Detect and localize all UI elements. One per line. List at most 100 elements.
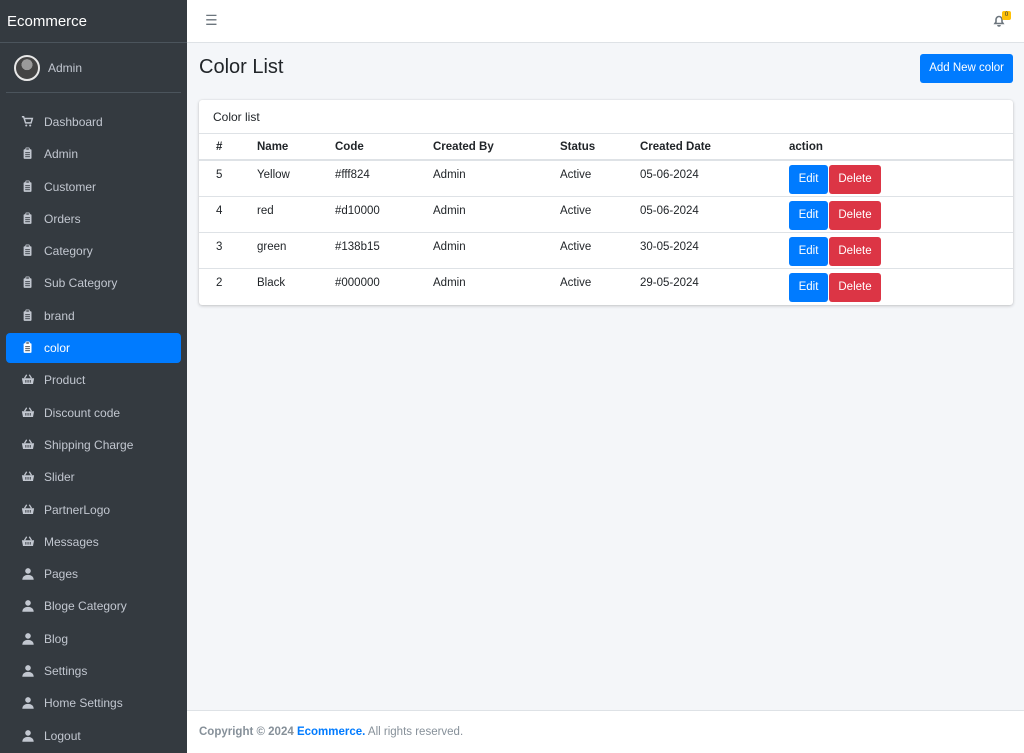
sidebar-item-brand[interactable]: brand	[6, 301, 181, 331]
cart-icon	[20, 115, 36, 129]
delete-button[interactable]: Delete	[829, 273, 881, 303]
sidebar-item-customer[interactable]: Customer	[6, 172, 181, 202]
page-title: Color List	[199, 56, 284, 78]
edit-button[interactable]: Edit	[789, 165, 828, 194]
cell-created-date: 30-05-2024	[623, 232, 772, 269]
topbar: ☰ 0	[187, 0, 1024, 43]
sidebar-item-dashboard[interactable]: Dashboard	[6, 107, 181, 137]
clipboard-icon	[20, 341, 36, 355]
cell-status: Active	[560, 169, 592, 181]
cell-created-by: Admin	[416, 195, 543, 233]
column-header: Name	[240, 134, 318, 161]
sidebar-item-blog[interactable]: Blog	[6, 624, 181, 654]
cell-id: 5	[216, 169, 223, 181]
sidebar-item-label: Discount code	[44, 405, 121, 420]
delete-button[interactable]: Delete	[829, 237, 881, 267]
user-panel: Admin	[6, 43, 181, 93]
table-body: 5 Yellow #fff824 Admin Active 05-06-2024 Edit D…	[199, 160, 1013, 306]
sidebar-item-label: Bloge Category	[44, 599, 127, 614]
sidebar-item-home-settings[interactable]: Home Settings	[6, 688, 181, 718]
edit-button[interactable]: Edit	[789, 273, 828, 303]
table-row: 5 Yellow #fff824 Admin Active 05-06-2024 Edit D…	[199, 160, 1013, 196]
sidebar-item-shipping-charge[interactable]: Shipping Charge	[6, 430, 181, 460]
cell-code: #000000	[318, 268, 416, 306]
user-icon	[20, 696, 36, 710]
menu-toggle-icon[interactable]: ☰	[205, 13, 218, 27]
sidebar-item-label: Pages	[44, 567, 79, 582]
basket-icon	[20, 373, 36, 387]
clipboard-icon	[20, 212, 36, 226]
cell-status: Active	[543, 268, 623, 306]
sidebar-item-sub-category[interactable]: Sub Category	[6, 268, 181, 298]
column-header: Created By	[416, 134, 543, 161]
sidebar-item-category[interactable]: Category	[6, 236, 181, 266]
user-name[interactable]: Admin	[48, 61, 82, 75]
cell-actions: Edit Delete	[772, 232, 1013, 269]
sidebar-item-orders[interactable]: Orders	[6, 204, 181, 234]
table-header-row: # Name Code Created By Status Created Date act…	[199, 134, 1013, 161]
user-icon	[20, 632, 36, 646]
cell-name: Black	[240, 268, 318, 306]
sidebar-item-admin[interactable]: Admin	[6, 139, 181, 169]
table-row: 4 red #d10000 Admin Active 05-06-2024 Edit Dele…	[199, 195, 1013, 233]
sidebar-item-label: Settings	[44, 664, 88, 679]
column-header: Status	[543, 134, 623, 161]
sidebar-item-bloge-category[interactable]: Bloge Category	[6, 591, 181, 621]
delete-button[interactable]: Delete	[829, 165, 881, 194]
cell-id: 4	[199, 195, 240, 233]
basket-icon	[20, 470, 36, 484]
cell-actions: Edit Delete	[772, 160, 1013, 196]
sidebar-item-label: Dashboard	[44, 115, 103, 129]
sidebar-item-slider[interactable]: Slider	[6, 462, 181, 492]
notifications-button[interactable]: 0	[993, 11, 1011, 28]
cell-code: #d10000	[318, 195, 416, 233]
sidebar-item-partnerlogo[interactable]: PartnerLogo	[6, 495, 181, 525]
footer-copyright: Copyright © 2024	[199, 726, 294, 738]
basket-icon	[20, 503, 36, 517]
footer-rights: All rights reserved.	[367, 726, 464, 738]
sidebar-item-label: Orders	[44, 211, 81, 226]
brand-link[interactable]: Ecommerce	[0, 0, 187, 43]
main-content: Color List Add New color Color list # Nam…	[187, 43, 1024, 710]
cell-status: Active	[543, 195, 623, 233]
sidebar-item-label: Slider	[44, 470, 75, 485]
clipboard-icon	[20, 180, 36, 194]
sidebar-item-label: Logout	[44, 728, 81, 743]
basket-icon	[20, 535, 36, 549]
sidebar-item-logout[interactable]: Logout	[6, 721, 181, 751]
cell-created-date: 05-06-2024	[623, 195, 772, 233]
footer: Copyright © 2024 Ecommerce. All rights r…	[187, 710, 1024, 753]
sidebar-item-label: Sub Category	[44, 276, 118, 291]
edit-button[interactable]: Edit	[789, 237, 828, 267]
clipboard-icon	[20, 147, 36, 161]
sidebar-item-label: color	[44, 341, 71, 356]
clipboard-icon	[20, 309, 36, 323]
column-header: Code	[318, 134, 416, 161]
user-icon	[20, 567, 36, 581]
footer-brand-link[interactable]: Ecommerce.	[297, 726, 365, 738]
sidebar-item-label: Blog	[44, 631, 69, 646]
sidebar-item-pages[interactable]: Pages	[6, 559, 181, 589]
cell-created-date: 05-06-2024	[640, 169, 699, 181]
delete-button[interactable]: Delete	[829, 200, 881, 230]
cell-created-by: Admin	[416, 268, 543, 306]
add-new-color-button[interactable]: Add New color	[920, 54, 1013, 83]
sidebar-item-label: Shipping Charge	[44, 437, 134, 452]
edit-button[interactable]: Edit	[789, 200, 828, 230]
sidebar-item-discount-code[interactable]: Discount code	[6, 398, 181, 428]
sidebar-item-label: brand	[44, 308, 75, 323]
clipboard-icon	[20, 276, 36, 290]
cell-status: Active	[543, 232, 623, 269]
sidebar-item-label: PartnerLogo	[44, 502, 111, 517]
cell-actions: Edit Delete	[772, 268, 1013, 306]
sidebar-item-label: Category	[44, 244, 93, 259]
sidebar-item-product[interactable]: Product	[6, 365, 181, 395]
avatar[interactable]	[14, 54, 40, 81]
sidebar-item-color[interactable]: color	[6, 333, 181, 364]
cell-name: red	[240, 195, 318, 233]
sidebar-item-label: Home Settings	[44, 696, 123, 711]
sidebar-item-settings[interactable]: Settings	[6, 656, 181, 686]
sidebar-item-messages[interactable]: Messages	[6, 527, 181, 557]
table-row: 2 Black #000000 Admin Active 29-05-2024 Edit De…	[199, 268, 1013, 306]
clipboard-icon	[20, 244, 36, 258]
